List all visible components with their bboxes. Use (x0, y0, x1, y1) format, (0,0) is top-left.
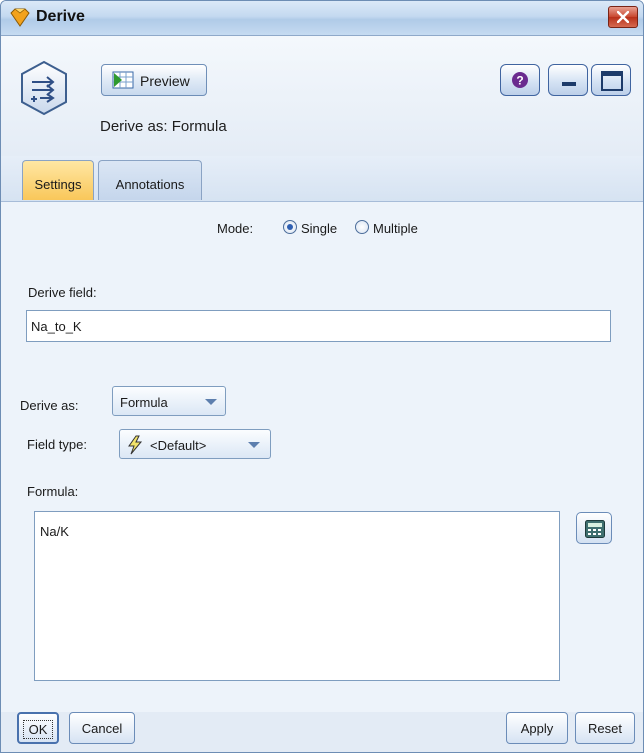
derive-as-dropdown[interactable]: Formula (112, 386, 226, 416)
derive-dialog: Derive Preview ? Derive as: Formula Sett… (0, 0, 644, 753)
preview-button[interactable]: Preview (101, 64, 207, 96)
minimize-button[interactable] (548, 64, 588, 96)
close-button[interactable] (608, 6, 638, 28)
tab-annotations-label: Annotations (115, 177, 185, 192)
maximize-button[interactable] (591, 64, 631, 96)
apply-button[interactable]: Apply (506, 712, 568, 744)
mode-single-radio[interactable] (283, 220, 297, 234)
field-type-label: Field type: (27, 437, 87, 452)
chevron-down-icon (205, 399, 217, 405)
settings-panel: Mode: Single Multiple Derive field: Na_t… (1, 202, 643, 712)
window-title: Derive (36, 8, 85, 25)
tab-strip: Settings Annotations (1, 156, 643, 203)
derive-as-label: Derive as: (20, 398, 79, 413)
title-bar: Derive (1, 1, 643, 36)
reset-button[interactable]: Reset (575, 712, 635, 744)
reset-label: Reset (588, 721, 622, 736)
help-icon: ? (512, 72, 528, 88)
derive-as-caption: Derive as: Formula (100, 118, 227, 135)
cancel-label: Cancel (81, 721, 123, 736)
expression-builder-button[interactable] (576, 512, 612, 544)
formula-label: Formula: (27, 484, 79, 499)
mode-multiple-label: Multiple (373, 221, 418, 236)
svg-text:?: ? (516, 74, 523, 88)
calculator-icon (585, 520, 605, 538)
field-type-value: <Default> (150, 438, 207, 453)
derive-node-icon (10, 8, 30, 27)
derive-field-label: Derive field: (28, 285, 97, 300)
ok-button[interactable]: OK (17, 712, 59, 744)
dialog-header: Preview ? Derive as: Formula (1, 36, 643, 156)
ok-label: OK (23, 720, 53, 739)
tab-settings[interactable]: Settings (22, 160, 94, 200)
apply-label: Apply (520, 721, 554, 736)
preview-label: Preview (140, 73, 190, 89)
derive-as-value: Formula (120, 395, 168, 410)
minimize-icon (562, 82, 576, 86)
button-bar: OK Cancel Apply Reset (1, 712, 643, 752)
chevron-down-icon (248, 442, 260, 448)
derive-field-input[interactable]: Na_to_K (26, 310, 611, 342)
help-button[interactable]: ? (500, 64, 540, 96)
derive-node-hexagon-icon (21, 60, 67, 116)
mode-single-label: Single (301, 221, 338, 236)
cancel-button[interactable]: Cancel (69, 712, 135, 744)
close-icon (617, 11, 629, 23)
mode-label: Mode: (217, 221, 254, 236)
tab-annotations[interactable]: Annotations (98, 160, 202, 200)
field-type-dropdown[interactable]: <Default> (119, 429, 271, 459)
preview-table-icon (112, 71, 134, 89)
tab-settings-label: Settings (34, 177, 82, 192)
mode-multiple-radio[interactable] (355, 220, 369, 234)
maximize-icon (601, 71, 623, 91)
lightning-icon (128, 435, 143, 455)
formula-editor[interactable]: Na/K (34, 511, 560, 681)
